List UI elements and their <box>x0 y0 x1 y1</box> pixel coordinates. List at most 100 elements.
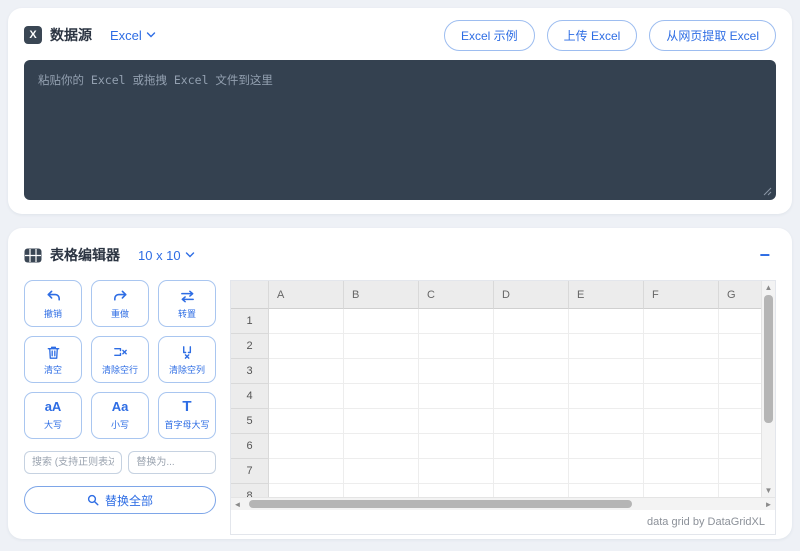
column-header[interactable]: A <box>269 281 344 309</box>
grid-cell[interactable] <box>269 459 344 484</box>
row-header[interactable]: 2 <box>231 334 269 359</box>
grid-cell[interactable] <box>269 359 344 384</box>
grid-cell[interactable] <box>419 334 494 359</box>
grid-cell[interactable] <box>719 434 761 459</box>
column-header[interactable]: C <box>419 281 494 309</box>
grid-cell[interactable] <box>269 384 344 409</box>
grid-cell[interactable] <box>719 359 761 384</box>
grid-cell[interactable] <box>494 459 569 484</box>
grid-cell[interactable] <box>269 309 344 334</box>
grid-cell[interactable] <box>269 334 344 359</box>
grid-cell[interactable] <box>569 434 644 459</box>
grid-cell[interactable] <box>419 434 494 459</box>
row-header[interactable]: 1 <box>231 309 269 334</box>
grid-cell[interactable] <box>719 484 761 497</box>
scroll-up-arrow-icon[interactable]: ▲ <box>762 281 775 294</box>
transpose-button[interactable]: 转置 <box>158 280 216 327</box>
scroll-down-arrow-icon[interactable]: ▼ <box>762 484 775 497</box>
datasource-type-dropdown[interactable]: Excel <box>110 28 156 43</box>
grid-cell[interactable] <box>494 359 569 384</box>
grid-cell[interactable] <box>344 384 419 409</box>
grid-cell[interactable] <box>344 334 419 359</box>
upload-excel-button[interactable]: 上传 Excel <box>547 20 638 51</box>
remove-empty-cols-button[interactable]: 清除空列 <box>158 336 216 383</box>
grid-cell[interactable] <box>644 359 719 384</box>
grid-cell[interactable] <box>569 384 644 409</box>
grid-cell[interactable] <box>569 459 644 484</box>
grid-cell[interactable] <box>644 334 719 359</box>
grid-cell[interactable] <box>419 484 494 497</box>
grid-cell[interactable] <box>494 384 569 409</box>
horizontal-scrollbar[interactable]: ◄ ► <box>231 497 775 510</box>
grid-cell[interactable] <box>494 409 569 434</box>
grid-cell[interactable] <box>494 334 569 359</box>
column-header[interactable]: E <box>569 281 644 309</box>
redo-button[interactable]: 重做 <box>91 280 149 327</box>
grid-cell[interactable] <box>644 309 719 334</box>
remove-empty-rows-button[interactable]: 清除空行 <box>91 336 149 383</box>
capitalize-button[interactable]: T 首字母大写 <box>158 392 216 439</box>
row-header[interactable]: 6 <box>231 434 269 459</box>
column-header[interactable]: G <box>719 281 761 309</box>
excel-paste-textarea[interactable] <box>24 60 776 200</box>
row-header[interactable]: 4 <box>231 384 269 409</box>
grid-cell[interactable] <box>719 384 761 409</box>
grid-cell[interactable] <box>494 309 569 334</box>
row-header[interactable]: 8 <box>231 484 269 497</box>
column-header[interactable]: F <box>644 281 719 309</box>
collapse-button[interactable]: − <box>753 246 776 264</box>
grid-cell[interactable] <box>344 309 419 334</box>
grid-cell[interactable] <box>569 309 644 334</box>
grid-cell[interactable] <box>269 409 344 434</box>
grid-cell[interactable] <box>419 309 494 334</box>
undo-button[interactable]: 撤销 <box>24 280 82 327</box>
grid-cell[interactable] <box>719 409 761 434</box>
grid-cell[interactable] <box>344 434 419 459</box>
grid-cell[interactable] <box>644 459 719 484</box>
lowercase-button[interactable]: Aa 小写 <box>91 392 149 439</box>
horizontal-scroll-thumb[interactable] <box>249 500 632 508</box>
extract-from-web-button[interactable]: 从网页提取 Excel <box>649 20 776 51</box>
vertical-scrollbar[interactable]: ▲ ▼ <box>761 281 775 497</box>
grid-cell[interactable] <box>269 484 344 497</box>
grid-cell[interactable] <box>419 359 494 384</box>
grid-cell[interactable] <box>644 384 719 409</box>
grid-cell[interactable] <box>644 434 719 459</box>
replace-input[interactable] <box>128 451 216 474</box>
row-header[interactable]: 7 <box>231 459 269 484</box>
grid-cell[interactable] <box>719 309 761 334</box>
grid-cell[interactable] <box>644 409 719 434</box>
grid-cell[interactable] <box>569 359 644 384</box>
grid-cell[interactable] <box>344 484 419 497</box>
excel-sample-button[interactable]: Excel 示例 <box>444 20 535 51</box>
vertical-scroll-thumb[interactable] <box>764 295 773 423</box>
clear-button[interactable]: 清空 <box>24 336 82 383</box>
grid-size-dropdown[interactable]: 10 x 10 <box>138 248 195 263</box>
grid-cell[interactable] <box>719 459 761 484</box>
grid-cell[interactable] <box>494 434 569 459</box>
grid-cell[interactable] <box>344 359 419 384</box>
grid-cell[interactable] <box>419 384 494 409</box>
grid-cell[interactable] <box>344 459 419 484</box>
column-header[interactable]: D <box>494 281 569 309</box>
grid-cell[interactable] <box>569 409 644 434</box>
column-header[interactable]: B <box>344 281 419 309</box>
row-header[interactable]: 3 <box>231 359 269 384</box>
search-input[interactable] <box>24 451 122 474</box>
grid-cell[interactable] <box>494 484 569 497</box>
grid-cell[interactable] <box>719 334 761 359</box>
grid-cell[interactable] <box>419 459 494 484</box>
uppercase-button[interactable]: aA 大写 <box>24 392 82 439</box>
replace-all-button[interactable]: 替换全部 <box>24 486 216 514</box>
grid-cell[interactable] <box>344 409 419 434</box>
grid-cell[interactable] <box>569 334 644 359</box>
row-header[interactable]: 5 <box>231 409 269 434</box>
horizontal-scroll-track[interactable] <box>244 498 762 510</box>
grid-cell[interactable] <box>269 434 344 459</box>
grid-cell[interactable] <box>569 484 644 497</box>
grid-cell[interactable] <box>644 484 719 497</box>
scroll-right-arrow-icon[interactable]: ► <box>762 498 775 511</box>
grid-corner-cell[interactable] <box>231 281 269 309</box>
grid-cell[interactable] <box>419 409 494 434</box>
scroll-left-arrow-icon[interactable]: ◄ <box>231 498 244 511</box>
